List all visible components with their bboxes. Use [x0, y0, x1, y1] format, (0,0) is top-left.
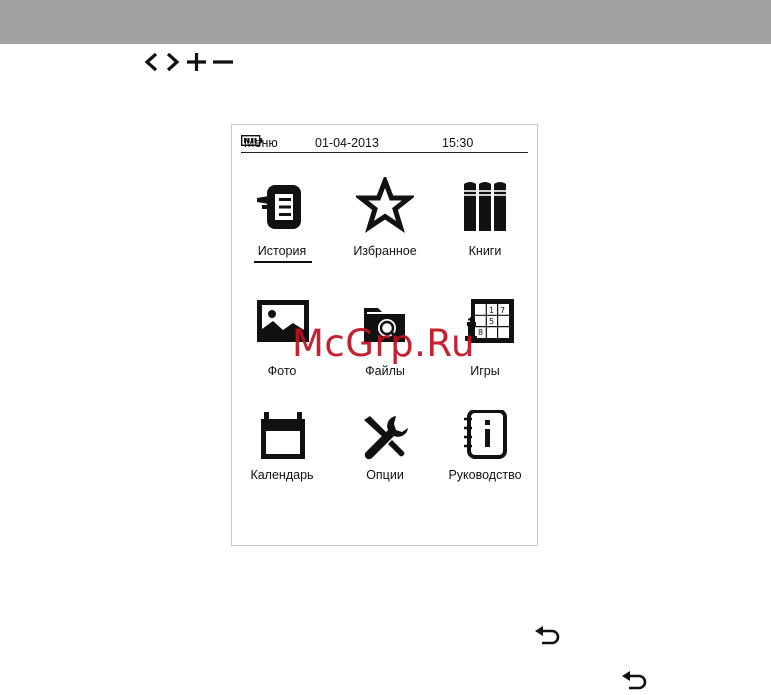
- chevron-left-icon: [144, 52, 158, 72]
- history-icon: [257, 185, 301, 229]
- books-icon: [464, 182, 506, 231]
- tile-manual[interactable]: Руководство: [437, 410, 533, 520]
- tile-favorites[interactable]: Избранное: [337, 177, 433, 287]
- tile-books[interactable]: Книги: [437, 177, 533, 287]
- tile-label: Руководство: [448, 468, 522, 482]
- svg-text:7: 7: [500, 306, 505, 315]
- tile-label: Игры: [470, 364, 500, 378]
- plus-icon: [187, 53, 206, 71]
- tile-label: Избранное: [353, 244, 417, 258]
- status-bar: Меню 01-04-2013 15:30: [240, 134, 528, 153]
- return-icon: [622, 671, 647, 690]
- svg-text:1: 1: [489, 306, 494, 315]
- tile-label: Файлы: [365, 364, 405, 378]
- tile-label: Фото: [267, 364, 297, 378]
- date-display: 01-04-2013: [315, 136, 379, 150]
- tile-options[interactable]: Опции: [337, 410, 433, 520]
- tile-label: Опции: [366, 468, 404, 482]
- calendar-icon: [261, 412, 305, 459]
- time-display: 15:30: [442, 136, 474, 150]
- tile-label: История: [257, 244, 307, 258]
- tile-label: Книги: [468, 244, 502, 258]
- manual-icon: [464, 410, 507, 459]
- top-banner: [0, 0, 771, 44]
- return-icon: [535, 626, 560, 645]
- svg-text:8: 8: [478, 328, 483, 337]
- nav-keys: [144, 52, 233, 72]
- svg-text:5: 5: [489, 317, 494, 326]
- watermark: McGrp.Ru: [292, 322, 475, 365]
- tile-history[interactable]: История: [234, 177, 330, 287]
- selection-underline: [254, 261, 312, 263]
- tile-label: Календарь: [250, 468, 314, 482]
- tile-calendar[interactable]: Календарь: [234, 410, 330, 520]
- options-icon: [364, 416, 408, 460]
- chevron-right-icon: [166, 52, 180, 72]
- menu-label[interactable]: Меню: [244, 135, 278, 151]
- star-icon: [356, 177, 414, 234]
